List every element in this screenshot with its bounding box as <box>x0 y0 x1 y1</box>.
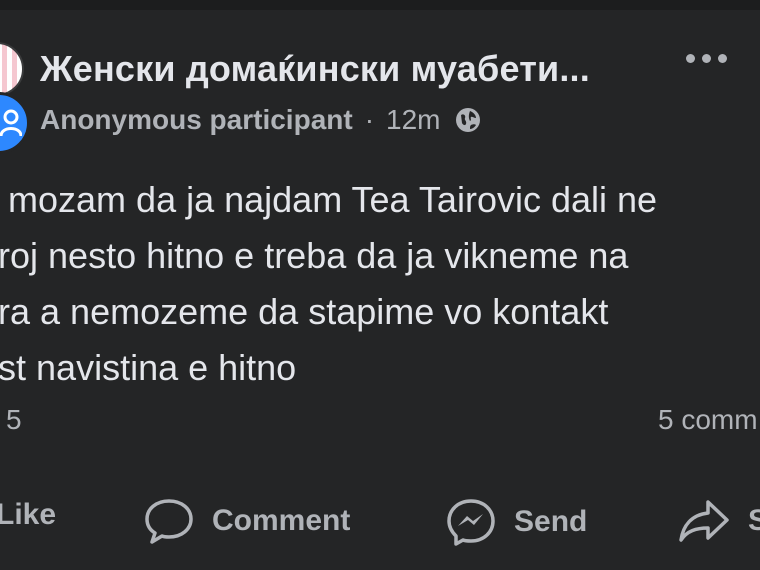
dot-icon <box>686 54 695 63</box>
post-body-line: ura a nemozeme da stapime vo kontakt <box>0 291 609 332</box>
post-time[interactable]: 12m <box>386 104 440 136</box>
author-name[interactable]: Anonymous participant <box>40 104 353 136</box>
comments-count[interactable]: 5 comm <box>658 404 758 436</box>
messenger-icon <box>446 498 496 546</box>
person-icon <box>0 109 23 137</box>
share-label: S <box>748 504 760 537</box>
group-name[interactable]: Женски домаќински муабети... <box>40 48 590 90</box>
like-label: Like <box>0 498 57 531</box>
top-divider <box>0 0 760 10</box>
comment-button[interactable]: Comment <box>144 498 350 544</box>
reactions-count[interactable]: 5 <box>6 404 22 436</box>
more-options-button[interactable] <box>686 54 727 63</box>
post-body-line: ost navistina e hitno <box>0 347 297 388</box>
comment-label: Comment <box>212 504 351 537</box>
share-button[interactable]: S <box>678 498 760 544</box>
send-label: Send <box>514 505 588 538</box>
group-avatar[interactable] <box>0 42 24 96</box>
post-body-line: e mozam da ja najdam Tea Tairovic dali n… <box>0 179 658 220</box>
meta-separator: · <box>364 104 375 135</box>
post-card: Женски домаќински муабети... Anonymous p… <box>0 0 760 570</box>
like-button[interactable]: Like <box>0 498 56 532</box>
comment-icon <box>144 498 194 544</box>
send-button[interactable]: Send <box>446 498 587 546</box>
post-meta: Anonymous participant · 12m <box>40 104 481 136</box>
post-body: e mozam da ja najdam Tea Tairovic dali n… <box>0 172 657 396</box>
share-icon <box>678 498 730 544</box>
post-body-line: proj nesto hitno e treba da ja vikneme n… <box>0 235 629 276</box>
anonymous-avatar-badge[interactable] <box>0 92 30 154</box>
dot-icon <box>702 54 711 63</box>
dot-icon <box>718 54 727 63</box>
globe-icon <box>455 107 481 133</box>
